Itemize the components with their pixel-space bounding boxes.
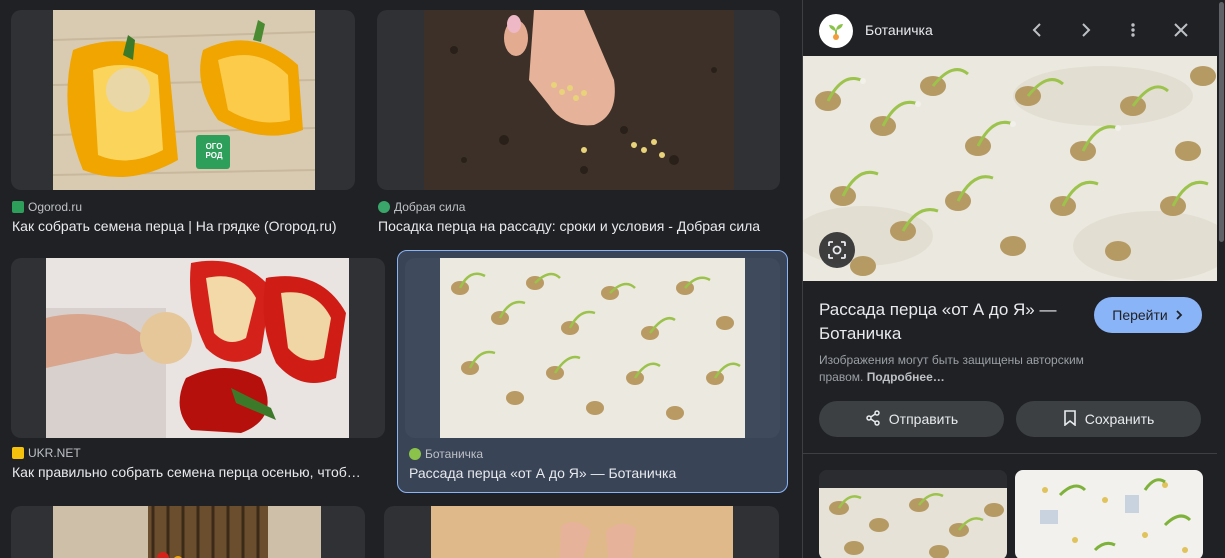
result-thumbnail[interactable] [11, 258, 385, 438]
sprouting-seeds-image [440, 258, 745, 438]
copyright-notice: Изображения могут быть защищены авторски… [819, 352, 1109, 386]
save-button-label: Сохранить [1084, 411, 1155, 427]
copyright-notice-text: Изображения могут быть защищены авторски… [819, 353, 1084, 384]
sowing-seeds-image [424, 10, 734, 190]
bookmark-icon [1063, 409, 1077, 429]
result-title[interactable]: Рассада перца «от А до Я» — Ботаничка [409, 465, 783, 481]
prev-icon[interactable] [1023, 15, 1053, 45]
result-card-ukrnet[interactable]: UKR.NET Как правильно собрать семена пер… [8, 256, 388, 488]
result-title[interactable]: Посадка перца на рассаду: сроки и услови… [378, 218, 778, 234]
close-icon[interactable] [1166, 15, 1196, 45]
save-button[interactable]: Сохранить [1016, 401, 1201, 437]
share-button[interactable]: Отправить [819, 401, 1004, 437]
scrollbar-thumb[interactable] [1219, 2, 1224, 242]
result-card-dobraya-sila[interactable]: Добрая сила Посадка перца на рассаду: ср… [374, 8, 782, 240]
result-thumbnail-partial[interactable] [384, 506, 779, 558]
result-thumbnail-partial[interactable] [11, 506, 365, 558]
result-thumbnail[interactable]: ОГО РОД [11, 10, 355, 190]
dobraya-sila-favicon-icon [378, 201, 390, 213]
red-peppers-image [46, 258, 349, 438]
share-button-label: Отправить [888, 411, 959, 427]
result-source[interactable]: UKR.NET [12, 446, 81, 460]
results-grid: ОГО РОД Ogorod.ru Как собрать семена пер… [0, 0, 800, 558]
related-image[interactable] [1015, 470, 1203, 558]
result-card-botanichka[interactable]: Ботаничка Рассада перца «от А до Я» — Бо… [397, 250, 788, 493]
preview-image[interactable] [803, 56, 1218, 281]
lens-icon[interactable] [819, 232, 855, 268]
pepper-halves-image [53, 10, 315, 190]
result-thumbnail[interactable] [377, 10, 780, 190]
share-icon [865, 409, 881, 429]
learn-more-link[interactable]: Подробнее… [867, 370, 945, 384]
next-icon[interactable] [1070, 15, 1100, 45]
ukrnet-favicon-icon [12, 447, 24, 459]
result-source[interactable]: Добрая сила [378, 200, 465, 214]
visit-button[interactable]: Перейти [1094, 297, 1202, 333]
visit-button-label: Перейти [1112, 307, 1168, 323]
result-image-partial [53, 506, 321, 558]
result-card-ogorod[interactable]: ОГО РОД Ogorod.ru Как собрать семена пер… [8, 8, 358, 240]
related-image[interactable] [819, 470, 1007, 558]
result-source[interactable]: Ботаничка [409, 447, 483, 461]
botanichka-logo-icon[interactable] [819, 14, 853, 48]
result-source-label: Добрая сила [394, 200, 466, 214]
chevron-right-icon [1174, 307, 1184, 323]
result-source-label: UKR.NET [28, 446, 81, 460]
panel-divider [803, 453, 1218, 454]
ogorod-badge: ОГО РОД [205, 142, 223, 160]
panel-title[interactable]: Рассада перца «от А до Я» — Ботаничка [819, 298, 1079, 346]
result-title[interactable]: Как собрать семена перца | На грядке (Ог… [12, 218, 354, 234]
result-source-label: Ботаничка [425, 447, 484, 461]
panel-site-name[interactable]: Ботаничка [865, 22, 933, 38]
more-icon[interactable] [1118, 15, 1148, 45]
image-preview-panel: Ботаничка Рассада перца «от А до Я» — Бо… [802, 0, 1218, 558]
result-title[interactable]: Как правильно собрать семена перца осень… [12, 464, 374, 480]
result-source-label: Ogorod.ru [28, 200, 83, 214]
result-thumbnail[interactable] [405, 258, 780, 438]
botanichka-favicon-icon [409, 448, 421, 460]
result-image-partial [431, 506, 733, 558]
result-source[interactable]: Ogorod.ru [12, 200, 82, 214]
ogorod-favicon-icon [12, 201, 24, 213]
